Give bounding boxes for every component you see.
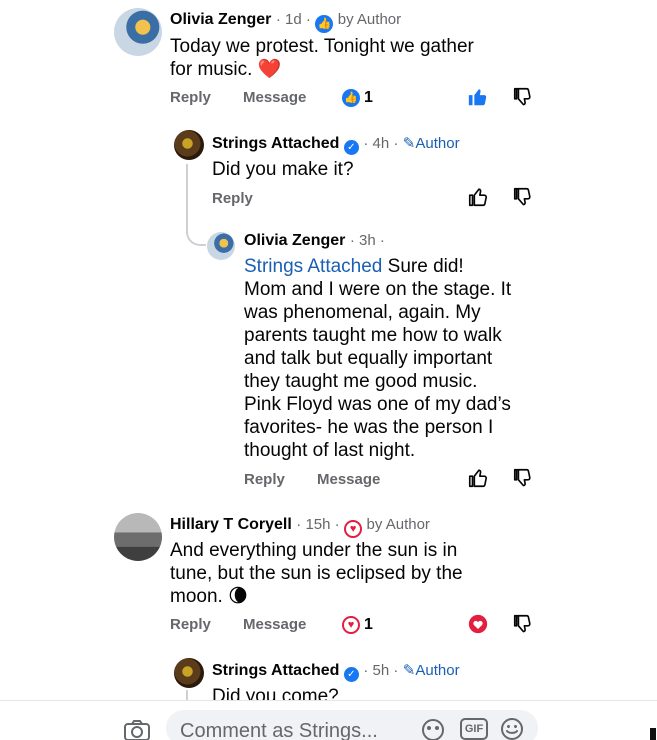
author-label: Author	[415, 662, 460, 679]
mention-link[interactable]: Strings Attached	[244, 256, 382, 277]
comment-header: Strings Attached ✓ · 4h · ✎Author	[212, 134, 460, 155]
message-button[interactable]: Message	[317, 471, 380, 488]
author-love-label: by Author	[366, 516, 430, 533]
thumbs-down-icon[interactable]	[512, 467, 534, 489]
thumbs-up-icon[interactable]	[467, 467, 489, 489]
camera-icon[interactable]	[123, 718, 151, 740]
thumbs-down-icon[interactable]	[512, 613, 534, 635]
commenter-name[interactable]: Strings Attached	[212, 662, 339, 679]
message-button[interactable]: Message	[243, 616, 306, 633]
commenter-name[interactable]: Olivia Zenger	[170, 11, 271, 28]
pencil-icon: ✎	[402, 662, 416, 679]
comment-header: Strings Attached ✓ · 5h · ✎Author	[212, 661, 460, 682]
comment-header: Hillary T Coryell · 15h · ♥ by Author	[170, 516, 430, 538]
comment-text: Did you make it?	[212, 159, 354, 180]
avatar[interactable]	[114, 513, 162, 561]
message-button[interactable]: Message	[243, 89, 306, 106]
thread-curve	[186, 200, 206, 246]
comment-time[interactable]: · 3h ·	[350, 232, 385, 249]
avatar-sticker-icon[interactable]	[419, 716, 447, 740]
comment-time[interactable]: · 4h ·	[363, 135, 398, 152]
comment-text: And everything under the sun is in tune,…	[170, 540, 463, 607]
reaction-count[interactable]: 1	[364, 89, 373, 107]
thumbs-up-filled-icon[interactable]	[467, 86, 489, 108]
avatar[interactable]	[207, 232, 235, 260]
moon-emoji-icon: 🌘	[228, 586, 248, 607]
commenter-name[interactable]: Strings Attached	[212, 135, 339, 152]
love-reaction-icon[interactable]: ♥	[342, 616, 360, 634]
comment-time[interactable]: · 1d ·	[276, 11, 311, 28]
thumbs-down-icon[interactable]	[512, 86, 534, 108]
avatar[interactable]	[174, 130, 204, 160]
commenter-name[interactable]: Hillary T Coryell	[170, 516, 292, 533]
emoji-icon[interactable]	[499, 716, 525, 740]
verified-badge-icon: ✓	[343, 140, 359, 155]
commenter-name[interactable]: Olivia Zenger	[244, 232, 345, 249]
comment-time[interactable]: · 5h ·	[363, 662, 398, 679]
author-like-label: by Author	[337, 11, 402, 28]
verified-badge-icon: ✓	[343, 667, 359, 682]
reply-button[interactable]: Reply	[244, 471, 285, 488]
reply-button[interactable]: Reply	[170, 616, 211, 633]
comment-header: Olivia Zenger · 1d · 👍 by Author	[170, 11, 401, 33]
comment-text: Strings Attached Sure did! Mom and I wer…	[244, 256, 512, 461]
comment-header: Olivia Zenger · 3h ·	[244, 232, 385, 250]
thumbs-down-icon[interactable]	[512, 186, 534, 208]
gif-icon[interactable]: GIF	[460, 718, 488, 740]
thumbs-up-icon[interactable]	[467, 186, 489, 208]
comment-text: Today we protest. Tonight we gather for …	[170, 36, 474, 80]
like-badge-icon: 👍	[315, 15, 334, 33]
reply-button[interactable]: Reply	[212, 190, 253, 207]
heart-badge-icon: ♥	[344, 520, 363, 538]
avatar[interactable]	[174, 658, 204, 688]
pencil-icon: ✎	[402, 135, 416, 152]
heart-filled-icon[interactable]	[467, 613, 489, 635]
reaction-count[interactable]: 1	[364, 616, 373, 634]
like-reaction-icon[interactable]: 👍	[342, 89, 360, 107]
avatar[interactable]	[114, 8, 162, 56]
heart-emoji-icon: ❤️	[257, 59, 282, 80]
author-label: Author	[415, 135, 460, 152]
comment-placeholder: Comment as Strings...	[180, 720, 378, 740]
cursor-icon	[650, 728, 656, 740]
comment-time[interactable]: · 15h ·	[296, 516, 339, 533]
reply-button[interactable]: Reply	[170, 89, 211, 106]
